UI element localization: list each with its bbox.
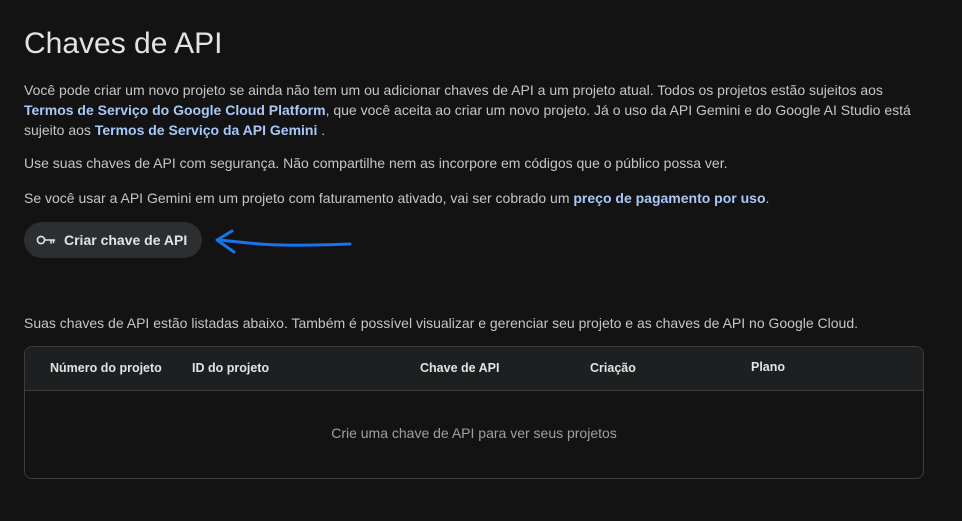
empty-state-message: Crie uma chave de API para ver seus proj… [331,425,617,441]
billing-note-text: Se você usar a API Gemini em um projeto … [24,190,574,206]
column-created: Criação [590,361,636,375]
intro-paragraph: Você pode criar um novo projeto se ainda… [24,80,929,140]
api-keys-table: Número do projeto ID do projeto Chave de… [24,346,924,479]
column-plan: Plano [751,360,786,374]
key-icon [36,234,56,246]
list-note: Suas chaves de API estão listadas abaixo… [24,315,859,331]
pay-as-you-go-pricing-link[interactable]: preço de pagamento por uso [573,190,765,206]
page-title: Chaves de API [24,27,223,60]
billing-note-end: . [765,190,770,206]
column-project-id: ID do projeto [192,361,270,375]
security-note: Use suas chaves de API com segurança. Nã… [24,155,728,171]
create-api-key-button[interactable]: Criar chave de API [24,222,202,258]
column-project-number: Número do projeto [50,361,162,375]
intro-text-3: . [317,122,326,138]
column-api-key: Chave de API [420,361,500,375]
table-header: Número do projeto ID do projeto Chave de… [25,347,923,391]
annotation-arrow [215,229,352,254]
create-api-key-label: Criar chave de API [64,232,188,248]
api-keys-page: Chaves de API Você pode criar um novo pr… [0,0,962,521]
gemini-api-terms-link[interactable]: Termos de Serviço da API Gemini [95,122,318,138]
gcp-terms-link[interactable]: Termos de Serviço do Google Cloud Platfo… [24,102,326,118]
intro-text-1: Você pode criar um novo projeto se ainda… [24,82,883,98]
billing-note: Se você usar a API Gemini em um projeto … [24,188,929,208]
